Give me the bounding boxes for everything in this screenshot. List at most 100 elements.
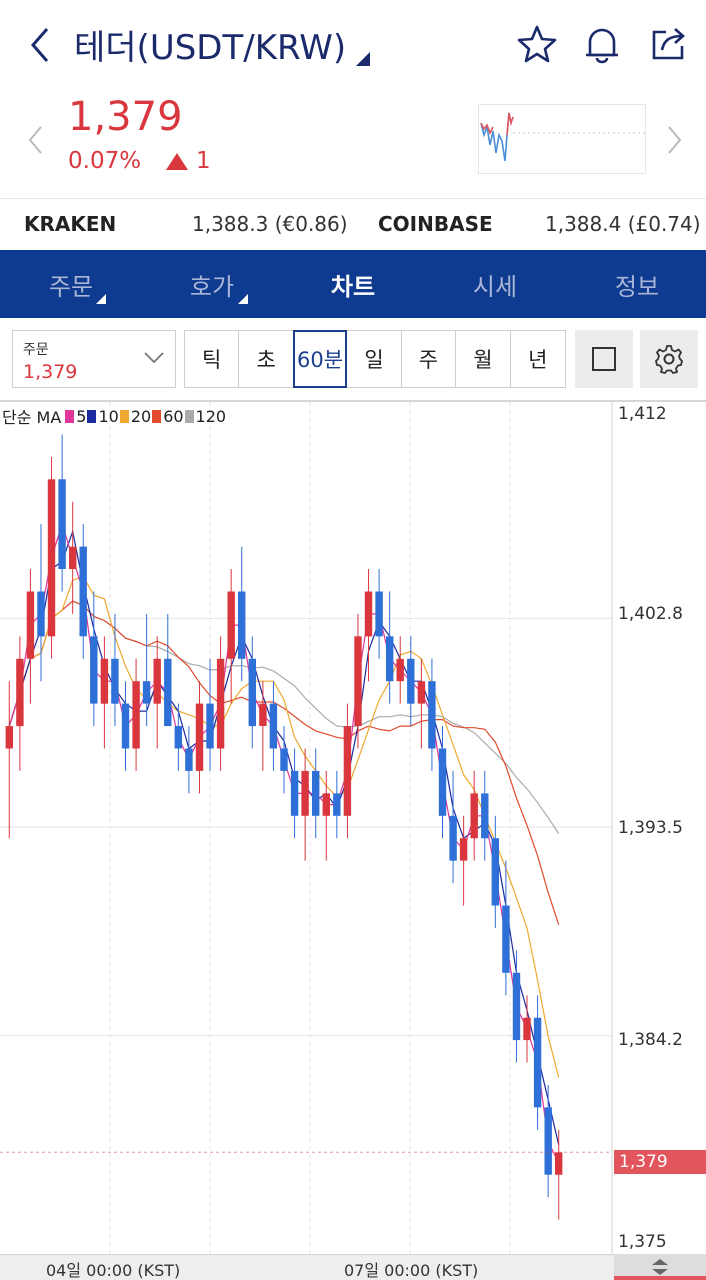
candle-body <box>343 726 352 816</box>
exchange-name: KRAKEN <box>24 212 117 236</box>
x-tick-label: 04일 00:00 (KST) <box>46 1261 181 1280</box>
tab-label: 주문 <box>48 272 94 301</box>
candle-body <box>16 658 24 727</box>
tab-info[interactable]: 정보 <box>590 250 684 318</box>
price-chart[interactable]: 단순 MA 5 10 20 60 120 1,412 1,402.8 1,393… <box>0 402 706 1280</box>
candle-body <box>269 703 278 749</box>
back-button[interactable] <box>22 22 58 68</box>
tab-label: 시세 <box>472 272 518 301</box>
candle-body <box>386 636 394 682</box>
period-60min[interactable]: 60분 <box>292 330 348 388</box>
sparkline <box>480 112 645 162</box>
candle-body <box>26 591 35 659</box>
title-dropdown-icon[interactable] <box>356 52 370 66</box>
app-header: 테더(USDT/KRW) <box>0 0 706 92</box>
share-button[interactable] <box>646 22 690 66</box>
period-year[interactable]: 년 <box>511 331 565 387</box>
bell-icon <box>586 28 618 64</box>
candle-body <box>502 905 510 973</box>
order-price-select[interactable]: 주문 1,379 <box>12 330 176 388</box>
tab-chart[interactable]: 차트 <box>306 250 400 318</box>
tab-orderbook[interactable]: 호가 <box>164 250 260 318</box>
up-triangle-icon <box>166 152 188 170</box>
candle-body <box>100 658 109 704</box>
y-tick-label: 1,384.2 <box>618 1030 683 1050</box>
candle-body <box>174 726 182 749</box>
change-value-group: 1 <box>166 148 211 174</box>
candle-body <box>470 793 478 839</box>
candle-body <box>58 479 66 569</box>
ma-legend-prefix: 단순 MA <box>2 408 62 427</box>
candle-body <box>37 591 45 637</box>
candle-body <box>407 658 415 704</box>
tab-menu-indicator-icon <box>96 294 106 304</box>
tab-order[interactable]: 주문 <box>22 250 120 318</box>
chevron-down-icon <box>144 352 164 364</box>
prev-coin-button[interactable] <box>24 120 46 160</box>
period-selector: 틱 초 60분 일 주 월 년 <box>184 330 566 388</box>
candle-body <box>79 546 87 637</box>
candle-body <box>322 793 330 816</box>
period-second[interactable]: 초 <box>239 331 294 387</box>
tab-label: 정보 <box>614 272 660 301</box>
ma120-swatch <box>184 409 194 423</box>
candle-body <box>5 726 13 749</box>
candle-body <box>396 658 404 682</box>
chevron-left-icon <box>28 126 42 154</box>
tab-label: 차트 <box>330 272 376 301</box>
mini-sparkline-chart[interactable] <box>478 104 646 174</box>
gear-icon <box>655 345 683 374</box>
candle-body <box>523 1017 531 1041</box>
order-select-label: 주문 <box>23 342 49 358</box>
candle-body <box>533 1017 542 1108</box>
y-tick-label: 1,375 <box>618 1232 667 1252</box>
back-chevron-icon <box>31 28 49 62</box>
candle-body <box>417 681 426 704</box>
period-day[interactable]: 일 <box>347 331 402 387</box>
candle-body <box>227 591 235 659</box>
current-price-tag: 1,379 <box>614 1150 706 1174</box>
candle-body <box>164 658 172 727</box>
period-month[interactable]: 월 <box>456 331 511 387</box>
y-tick-label: 1,412 <box>618 404 667 424</box>
candle-body <box>121 703 130 749</box>
candle-body <box>47 479 56 637</box>
x-tick-label: 07일 00:00 (KST) <box>344 1261 479 1280</box>
star-icon <box>517 25 557 63</box>
candle-body <box>259 703 267 726</box>
ma10-label: 10 <box>98 406 119 426</box>
candle-body <box>459 838 468 861</box>
chart-settings-button[interactable] <box>640 330 698 388</box>
ma60-swatch <box>152 409 162 423</box>
candle-body <box>111 658 119 704</box>
candle-body <box>312 770 320 816</box>
candle-body <box>428 681 436 749</box>
candle-body <box>142 681 151 704</box>
ma20-label: 20 <box>130 406 152 426</box>
exchange-prices-row: KRAKEN 1,388.3 (€0.86) COINBASE 1,388.4 … <box>0 198 706 250</box>
candle-body <box>301 770 309 816</box>
chart-type-button[interactable] <box>575 330 633 388</box>
candle-body <box>195 703 204 771</box>
change-percent: 0.07% <box>68 148 142 174</box>
candlestick-chart[interactable] <box>0 402 706 1254</box>
x-axis: 04일 00:00 (KST) 07일 00:00 (KST) <box>0 1254 706 1280</box>
current-price: 1,379 <box>68 94 183 140</box>
favorite-button[interactable] <box>515 22 559 66</box>
candle-body <box>185 748 193 771</box>
tab-market[interactable]: 시세 <box>448 250 542 318</box>
next-coin-button[interactable] <box>664 120 686 160</box>
ma60-label: 60 <box>163 406 184 426</box>
candle-body <box>290 770 299 816</box>
y-tick-label: 1,393.5 <box>618 818 683 838</box>
period-week[interactable]: 주 <box>402 331 457 387</box>
candle-body <box>544 1107 552 1175</box>
ma-legend: 단순 MA 5 10 20 60 120 <box>2 404 226 428</box>
ma10-swatch <box>87 409 97 423</box>
chevron-right-icon <box>668 126 682 154</box>
candle-body <box>69 546 77 569</box>
period-tick[interactable]: 틱 <box>185 331 240 387</box>
page-title[interactable]: 테더(USDT/KRW) <box>74 20 346 69</box>
alert-button[interactable] <box>580 22 624 66</box>
price-summary: 1,379 0.07% 1 <box>0 92 706 198</box>
